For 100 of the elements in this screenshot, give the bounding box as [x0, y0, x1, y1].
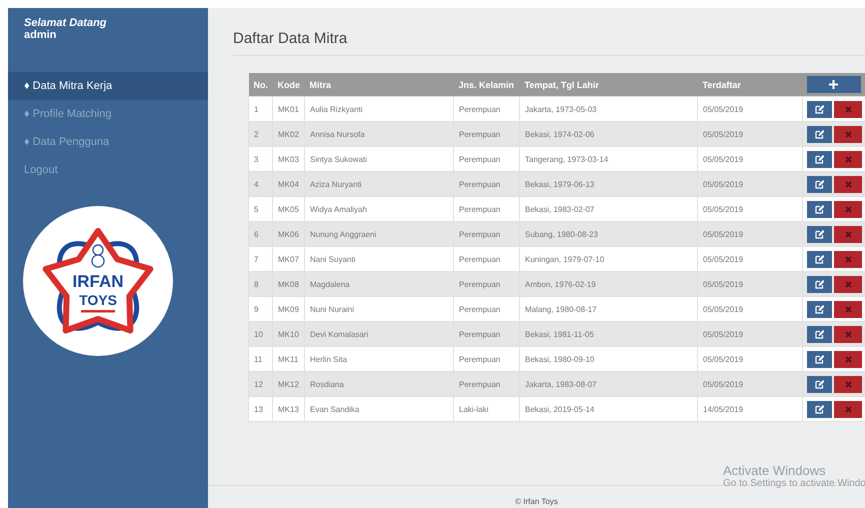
- table-cell: 6: [248, 222, 272, 246]
- delete-button[interactable]: [834, 150, 862, 168]
- close-icon: [844, 406, 852, 412]
- edit-button[interactable]: [807, 176, 832, 192]
- table-cell: 11: [248, 346, 272, 372]
- table-cell: 05/05/2019: [698, 222, 802, 246]
- table-cell: 1: [248, 96, 272, 122]
- delete-button[interactable]: [834, 276, 862, 292]
- edit-button[interactable]: [807, 126, 832, 142]
- table-cell: Subang, 1980-08-23: [520, 222, 698, 246]
- edit-icon: [815, 280, 824, 288]
- table-cell: 05/05/2019: [698, 172, 802, 196]
- table-cell: Jakarta, 1973-05-03: [520, 96, 698, 122]
- table-cell: 9: [248, 296, 272, 322]
- table-cell: MK06: [272, 222, 304, 246]
- table-cell: Aziza Nuryanti: [304, 172, 454, 196]
- user-name: admin: [24, 29, 56, 41]
- delete-button[interactable]: [834, 326, 862, 342]
- table-cell: 05/05/2019: [698, 122, 802, 146]
- table-cell: MK03: [272, 146, 304, 172]
- edit-button[interactable]: [807, 326, 832, 342]
- column-header: Tempat, Tgl Lahir: [520, 73, 698, 96]
- sidebar-item[interactable]: ♦ Data Mitra Kerja: [8, 72, 208, 100]
- delete-button[interactable]: [834, 126, 862, 142]
- table-cell: Evan Sandika: [304, 396, 454, 422]
- table-cell: MK07: [272, 246, 304, 272]
- table-cell: MK12: [272, 372, 304, 396]
- edit-button[interactable]: [807, 300, 832, 318]
- add-button[interactable]: [806, 76, 860, 93]
- delete-button[interactable]: [834, 350, 862, 368]
- table-cell: 7: [248, 246, 272, 272]
- delete-button[interactable]: [834, 400, 862, 418]
- activation-title: Activate Windows: [723, 463, 826, 478]
- close-icon: [844, 256, 852, 262]
- table-cell: Bekasi, 1974-02-06: [520, 122, 698, 146]
- delete-button[interactable]: [834, 300, 862, 318]
- close-icon: [844, 180, 852, 188]
- table-cell: Perempuan: [454, 346, 520, 372]
- table-cell: 05/05/2019: [698, 96, 802, 122]
- table-cell: MK04: [272, 172, 304, 196]
- edit-button[interactable]: [807, 376, 832, 392]
- table-cell: Rosdiana: [304, 372, 454, 396]
- column-header: Kode: [272, 73, 304, 96]
- table-cell: MK01: [272, 96, 304, 122]
- delete-button[interactable]: [834, 226, 862, 242]
- table-cell: Perempuan: [454, 172, 520, 196]
- close-icon: [844, 280, 852, 288]
- close-icon: [844, 356, 852, 362]
- edit-icon: [815, 130, 824, 138]
- table-cell: 12: [248, 372, 272, 396]
- table-cell: Magdalena: [304, 272, 454, 296]
- edit-icon: [815, 304, 824, 314]
- delete-button[interactable]: [834, 376, 862, 392]
- close-icon: [844, 230, 852, 238]
- table-cell: MK02: [272, 122, 304, 146]
- sidebar-item[interactable]: ♦ Data Pengguna: [8, 128, 208, 156]
- table-cell: Perempuan: [454, 322, 520, 346]
- table-cell: 05/05/2019: [698, 346, 802, 372]
- page-title: Daftar Data Mitra: [233, 30, 865, 56]
- table-cell: 13: [248, 396, 272, 422]
- table-cell: 05/05/2019: [698, 246, 802, 272]
- edit-button[interactable]: [807, 350, 832, 368]
- table-cell: MK11: [272, 346, 304, 372]
- sidebar-item[interactable]: ♦ Profile Matching: [8, 100, 208, 128]
- table-cell: Laki-laki: [454, 396, 520, 422]
- edit-button[interactable]: [807, 100, 832, 118]
- table-cell: 05/05/2019: [698, 296, 802, 322]
- table-cell: 05/05/2019: [698, 146, 802, 172]
- edit-button[interactable]: [807, 226, 832, 242]
- edit-icon: [815, 404, 824, 414]
- table-cell: 14/05/2019: [698, 396, 802, 422]
- table-cell: Perempuan: [454, 96, 520, 122]
- edit-button[interactable]: [807, 200, 832, 218]
- table-cell: Ambon, 1976-02-19: [520, 272, 698, 296]
- table-cell: Nunung Anggraeni: [304, 222, 454, 246]
- edit-icon: [815, 204, 824, 214]
- table-cell: 8: [248, 272, 272, 296]
- delete-button[interactable]: [834, 100, 862, 118]
- edit-icon: [815, 104, 824, 114]
- close-icon: [844, 106, 852, 112]
- edit-button[interactable]: [807, 400, 832, 418]
- table-cell: Tangerang, 1973-03-14: [520, 146, 698, 172]
- close-icon: [844, 330, 852, 338]
- table-cell: Widya Amaliyah: [304, 196, 454, 222]
- sidebar-item[interactable]: Logout: [8, 156, 208, 184]
- table-cell: Perempuan: [454, 222, 520, 246]
- edit-icon: [815, 254, 824, 264]
- delete-button[interactable]: [834, 250, 862, 268]
- edit-button[interactable]: [807, 276, 832, 292]
- edit-button[interactable]: [807, 250, 832, 268]
- close-icon: [844, 130, 852, 138]
- column-header: No.: [248, 73, 272, 96]
- table-cell: Jakarta, 1983-08-07: [520, 372, 698, 396]
- table-cell: MK08: [272, 272, 304, 296]
- table-cell: 4: [248, 172, 272, 196]
- table-cell: 05/05/2019: [698, 322, 802, 346]
- delete-button[interactable]: [834, 176, 862, 192]
- table-cell: Kuningan, 1979-07-10: [520, 246, 698, 272]
- delete-button[interactable]: [834, 200, 862, 218]
- edit-button[interactable]: [807, 150, 832, 168]
